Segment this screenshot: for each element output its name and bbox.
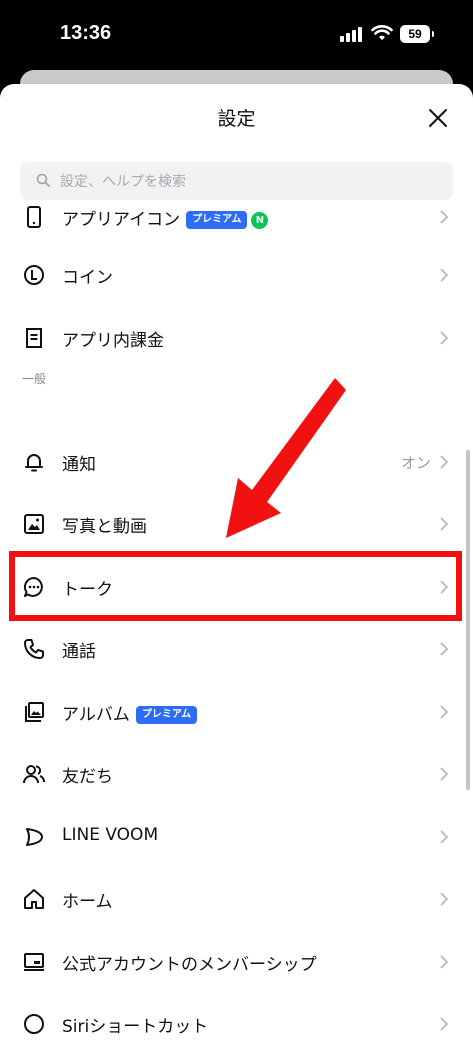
row-label: 友だち xyxy=(62,767,113,787)
home-icon xyxy=(24,889,44,909)
scrollbar[interactable] xyxy=(466,450,470,790)
chevron-right-icon xyxy=(440,268,449,282)
chevron-right-icon xyxy=(440,892,449,906)
row-coin[interactable]: コイン xyxy=(0,244,473,306)
row-label: 通知 xyxy=(62,455,96,475)
notification-status: オン xyxy=(400,454,431,472)
phone-call-icon xyxy=(24,639,44,659)
chevron-right-icon xyxy=(440,642,449,656)
premium-badge: プレミアム xyxy=(135,706,198,724)
premium-badge: プレミアム xyxy=(186,211,248,229)
row-label: 通話 xyxy=(62,642,96,662)
row-label: アプリアイコン xyxy=(62,210,181,230)
chevron-right-icon xyxy=(440,455,449,469)
phone-icon xyxy=(27,206,41,228)
chevron-right-icon xyxy=(440,830,449,844)
row-label: ホーム xyxy=(62,892,113,912)
row-app-icon[interactable]: アプリアイコン プレミアム N xyxy=(0,202,473,248)
row-friends[interactable]: 友だち xyxy=(0,743,473,805)
chevron-right-icon xyxy=(440,767,449,781)
row-photos-videos[interactable]: 写真と動画 xyxy=(0,493,473,555)
row-label: コイン xyxy=(62,268,113,288)
section-header-general: 一般 xyxy=(22,372,47,386)
chevron-right-icon xyxy=(440,955,449,969)
close-icon[interactable] xyxy=(424,104,452,132)
chevron-right-icon xyxy=(440,210,449,224)
search-placeholder: 設定、ヘルプを検索 xyxy=(60,174,186,190)
photo-icon xyxy=(24,514,44,534)
row-siri-shortcuts[interactable]: Siriショートカット xyxy=(0,993,473,1044)
row-albums[interactable]: アルバム プレミアム xyxy=(0,681,473,743)
row-in-app-purchase[interactable]: アプリ内課金 xyxy=(0,307,473,369)
membership-icon xyxy=(24,953,44,971)
row-label: Siriショートカット xyxy=(62,1017,209,1037)
row-label: 公式アカウントのメンバーシップ xyxy=(62,955,317,975)
row-home[interactable]: ホーム xyxy=(0,868,473,930)
row-label: LINE VOOM xyxy=(62,825,159,845)
page-title: 設定 xyxy=(217,108,256,130)
voom-icon xyxy=(26,828,43,846)
chevron-right-icon xyxy=(440,517,449,531)
chevron-right-icon xyxy=(440,331,449,345)
row-notifications[interactable]: 通知 オン xyxy=(0,431,473,493)
search-input[interactable]: 設定、ヘルプを検索 xyxy=(20,162,453,200)
coin-icon xyxy=(24,265,44,285)
friends-icon xyxy=(23,765,45,784)
siri-icon xyxy=(24,1014,44,1034)
chevron-right-icon xyxy=(440,1017,449,1031)
receipt-icon xyxy=(26,328,42,348)
row-label: アルバム xyxy=(62,705,130,725)
row-line-voom[interactable]: LINE VOOM xyxy=(0,806,473,868)
album-icon xyxy=(25,702,44,722)
battery-indicator: 59 xyxy=(400,25,434,43)
new-badge: N xyxy=(251,211,269,229)
status-time: 13:36 xyxy=(60,22,112,44)
search-icon xyxy=(36,173,50,187)
wifi-icon xyxy=(371,25,393,40)
row-label: アプリ内課金 xyxy=(62,331,164,351)
row-label: 写真と動画 xyxy=(62,517,147,537)
status-bar: 13:36 59 xyxy=(0,0,473,70)
row-official-account-membership[interactable]: 公式アカウントのメンバーシップ xyxy=(0,931,473,993)
chevron-right-icon xyxy=(440,705,449,719)
row-calls[interactable]: 通話 xyxy=(0,618,473,680)
bell-icon xyxy=(25,454,43,472)
highlight-box xyxy=(9,551,462,621)
cellular-signal-icon xyxy=(340,26,364,42)
settings-list[interactable]: アプリアイコン プレミアム N コイン アプリ内課金 一般 通知 オン 写真と動… xyxy=(0,202,473,1044)
